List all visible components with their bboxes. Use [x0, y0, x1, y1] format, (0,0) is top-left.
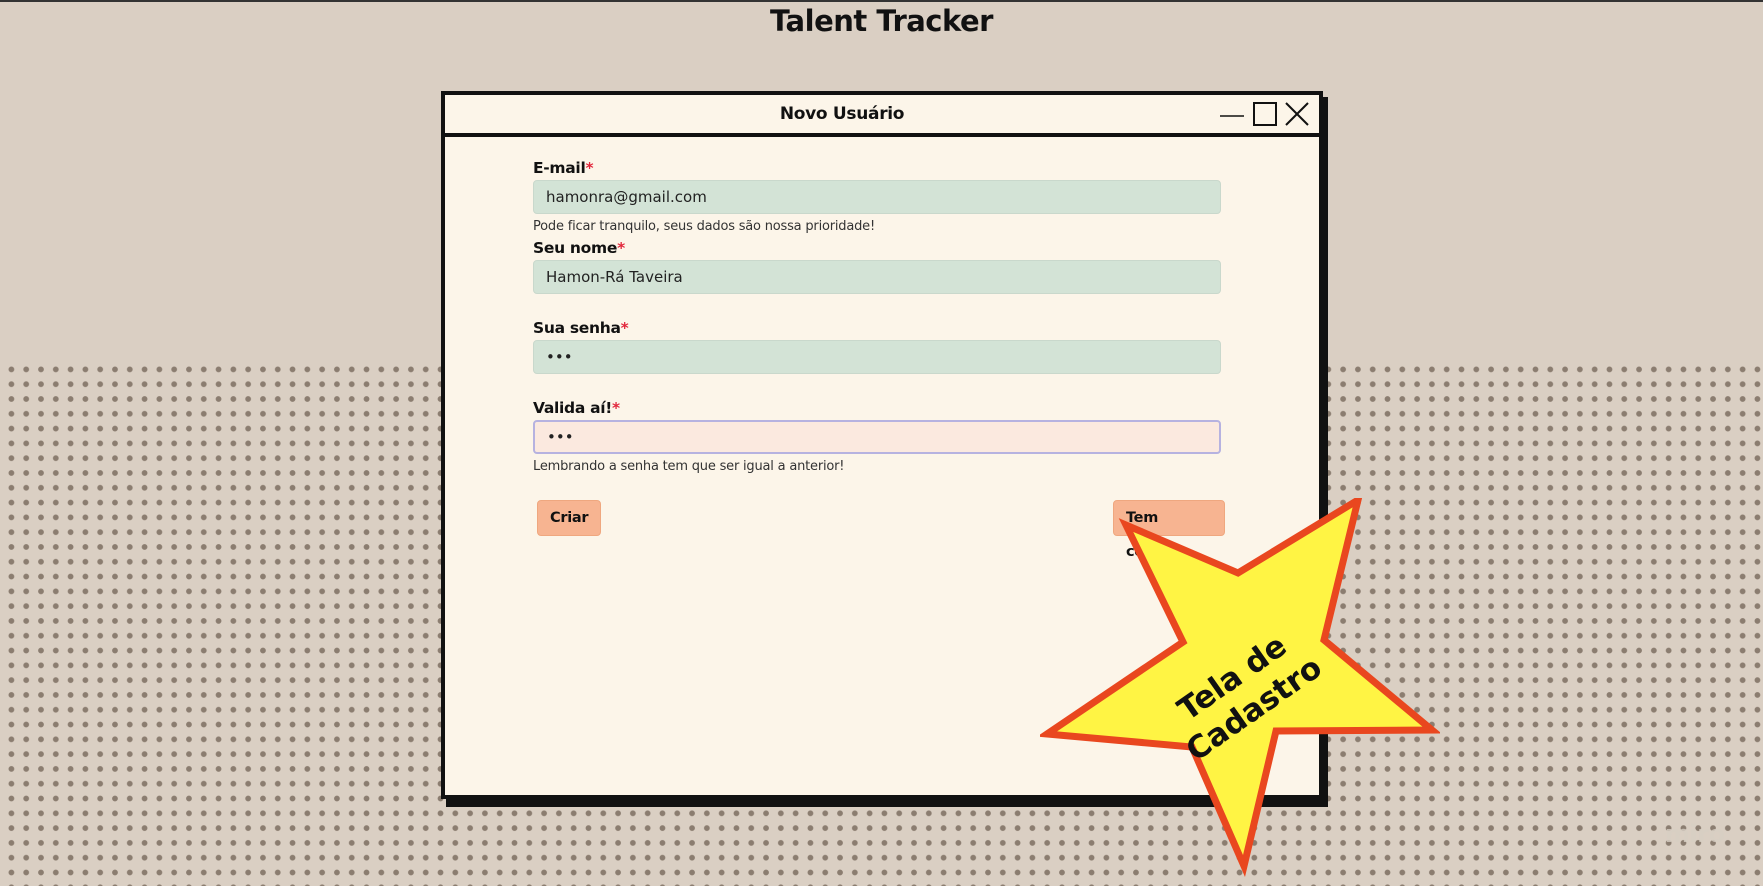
window-titlebar: Novo Usuário — [445, 95, 1319, 137]
confirm-password-label: Valida aí!* — [533, 399, 620, 417]
email-hint: Pode ficar tranquilo, seus dados são nos… — [533, 219, 875, 234]
maximize-icon[interactable] — [1252, 101, 1278, 127]
password-label: Sua senha* — [533, 319, 629, 337]
create-button[interactable]: Criar — [537, 500, 602, 536]
confirm-password-input[interactable] — [533, 420, 1221, 454]
required-mark: * — [620, 319, 629, 337]
confirm-password-field-group: Valida aí!* Lembrando a senha tem que se… — [533, 398, 1226, 474]
app-title: Talent Tracker — [770, 4, 993, 38]
password-field-group: Sua senha* — [533, 318, 1226, 374]
email-input[interactable] — [533, 180, 1221, 214]
required-mark: * — [585, 159, 594, 177]
password-input[interactable] — [533, 340, 1221, 374]
window-title: Novo Usuário — [779, 104, 905, 124]
required-mark: * — [612, 399, 620, 417]
close-icon[interactable] — [1284, 101, 1310, 127]
name-input[interactable] — [533, 260, 1221, 294]
required-mark: * — [617, 239, 625, 257]
confirm-password-hint: Lembrando a senha tem que ser igual a an… — [533, 459, 845, 474]
top-border — [0, 0, 1763, 2]
minimize-icon[interactable] — [1219, 101, 1245, 127]
name-label: Seu nome* — [533, 239, 625, 257]
email-label: E-mail* — [533, 159, 594, 177]
email-field-group: E-mail* Pode ficar tranquilo, seus dados… — [533, 158, 1226, 234]
miro-watermark: miro — [1665, 820, 1725, 848]
sticker-star-badge: Tela de Cadastro — [1040, 498, 1440, 878]
name-field-group: Seu nome* — [533, 238, 1226, 294]
